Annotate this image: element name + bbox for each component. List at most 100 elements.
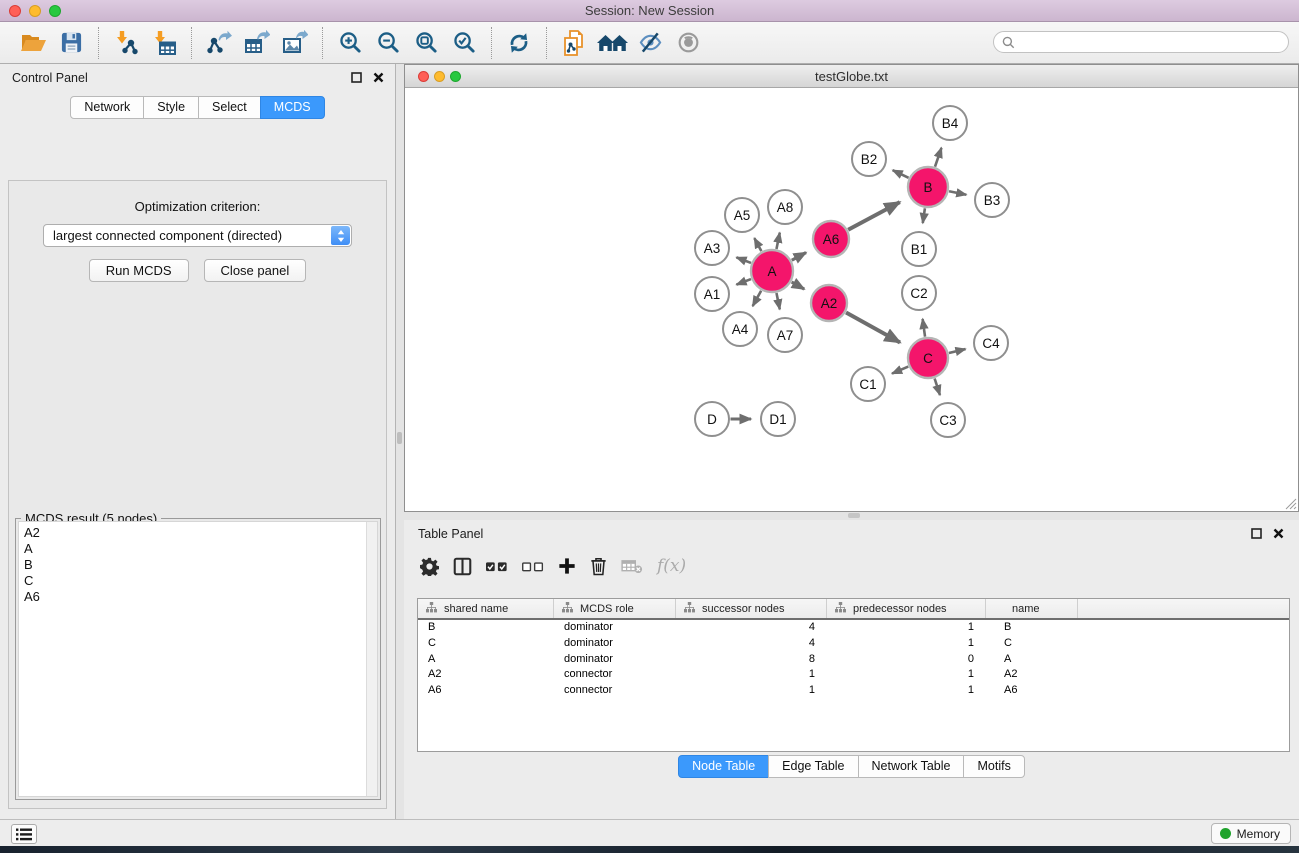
add-column-plus-icon[interactable] xyxy=(558,557,576,575)
table-cell[interactable]: connector xyxy=(554,683,676,699)
graph-edge-B-B2[interactable] xyxy=(893,170,909,178)
graph-edge-C-C2[interactable] xyxy=(923,319,925,337)
zoom-fit-button[interactable] xyxy=(407,26,445,60)
graph-edge-A2-C[interactable] xyxy=(846,312,900,342)
table-cell[interactable]: A xyxy=(418,652,554,668)
network-window-titlebar[interactable]: testGlobe.txt xyxy=(405,65,1298,88)
graph-node-A7[interactable]: A7 xyxy=(768,318,802,352)
hide-graphics-details-button[interactable] xyxy=(631,26,669,60)
tab-edge-table[interactable]: Edge Table xyxy=(768,755,858,778)
graph-node-C2[interactable]: C2 xyxy=(902,276,936,310)
table-row[interactable]: A2connector11A2 xyxy=(418,667,1289,683)
task-history-button[interactable] xyxy=(11,824,37,844)
close-panel-button[interactable]: Close panel xyxy=(204,259,307,282)
export-network-button[interactable] xyxy=(200,26,238,60)
table-cell[interactable]: A2 xyxy=(418,667,554,683)
table-cell[interactable]: 4 xyxy=(676,636,827,652)
tab-node-table[interactable]: Node Table xyxy=(678,755,769,778)
clone-network-button[interactable] xyxy=(555,26,593,60)
mcds-result-item[interactable]: B xyxy=(24,557,377,573)
delete-column-trash-icon[interactable] xyxy=(590,556,607,576)
mcds-result-item[interactable]: C xyxy=(24,573,377,589)
export-image-button[interactable] xyxy=(276,26,314,60)
column-header[interactable]: predecessor nodes xyxy=(827,599,986,618)
column-header[interactable]: MCDS role xyxy=(554,599,676,618)
graph-edge-B-B1[interactable] xyxy=(923,208,925,223)
graph-edge-C-C3[interactable] xyxy=(935,378,940,395)
graph-edge-A-A1[interactable] xyxy=(736,279,751,285)
float-table-panel-icon[interactable] xyxy=(1250,527,1263,540)
list-scrollbar[interactable] xyxy=(366,522,377,796)
graph-node-B1[interactable]: B1 xyxy=(902,232,936,266)
splitter-grip[interactable] xyxy=(397,432,402,444)
graph-edge-A-A2[interactable] xyxy=(792,282,805,289)
graph-edge-A-A5[interactable] xyxy=(754,238,761,251)
splitter-grip[interactable] xyxy=(848,513,860,518)
home-apply-layout-button[interactable] xyxy=(593,26,631,60)
table-cell[interactable]: 0 xyxy=(827,652,986,668)
tab-network-table[interactable]: Network Table xyxy=(858,755,965,778)
refresh-button[interactable] xyxy=(500,26,538,60)
graph-edge-A-A8[interactable] xyxy=(776,233,779,249)
graph-node-A8[interactable]: A8 xyxy=(768,190,802,224)
graph-node-A1[interactable]: A1 xyxy=(695,277,729,311)
graph-node-A[interactable]: A xyxy=(751,250,793,292)
column-header[interactable]: name xyxy=(986,599,1078,618)
table-cell[interactable]: dominator xyxy=(554,652,676,668)
table-cell[interactable]: 1 xyxy=(676,683,827,699)
zoom-in-button[interactable] xyxy=(331,26,369,60)
graph-edge-B-B3[interactable] xyxy=(949,191,966,195)
graph-node-B3[interactable]: B3 xyxy=(975,183,1009,217)
memory-button[interactable]: Memory xyxy=(1211,823,1291,844)
criterion-dropdown[interactable]: largest connected component (directed) xyxy=(43,224,352,247)
table-cell[interactable]: A xyxy=(986,652,1078,668)
table-cell[interactable]: dominator xyxy=(554,620,676,636)
mcds-result-item[interactable]: A xyxy=(24,541,377,557)
graph-node-C4[interactable]: C4 xyxy=(974,326,1008,360)
graph-node-B[interactable]: B xyxy=(908,167,948,207)
graph-node-B2[interactable]: B2 xyxy=(852,142,886,176)
graph-node-B4[interactable]: B4 xyxy=(933,106,967,140)
close-table-panel-icon[interactable] xyxy=(1272,527,1285,540)
mcds-result-item[interactable]: A2 xyxy=(24,525,377,541)
tab-style[interactable]: Style xyxy=(143,96,199,119)
graph-node-D[interactable]: D xyxy=(695,402,729,436)
vertical-splitter[interactable] xyxy=(396,64,404,819)
table-cell[interactable]: B xyxy=(986,620,1078,636)
graph-edge-A-A6[interactable] xyxy=(792,253,806,261)
window-resize-grip[interactable] xyxy=(1284,497,1297,510)
graph-node-A4[interactable]: A4 xyxy=(723,312,757,346)
graph-edge-C-C4[interactable] xyxy=(949,349,966,353)
horizontal-splitter[interactable] xyxy=(404,512,1299,520)
tab-network[interactable]: Network xyxy=(70,96,144,119)
table-cell[interactable]: C xyxy=(986,636,1078,652)
tab-mcds[interactable]: MCDS xyxy=(260,96,325,119)
select-all-checkboxes-icon[interactable] xyxy=(486,561,508,572)
graph-node-C3[interactable]: C3 xyxy=(931,403,965,437)
graph-edge-A6-B[interactable] xyxy=(848,202,900,230)
column-header[interactable]: successor nodes xyxy=(676,599,827,618)
graph-edge-A-A4[interactable] xyxy=(753,291,761,306)
table-cell[interactable]: 1 xyxy=(827,683,986,699)
table-cell[interactable]: dominator xyxy=(554,636,676,652)
table-cell[interactable]: 8 xyxy=(676,652,827,668)
show-graphics-details-button[interactable] xyxy=(669,26,707,60)
graph-node-A5[interactable]: A5 xyxy=(725,198,759,232)
run-mcds-button[interactable]: Run MCDS xyxy=(89,259,189,282)
graph-node-C[interactable]: C xyxy=(908,338,948,378)
table-cell[interactable]: connector xyxy=(554,667,676,683)
graph-node-A6[interactable]: A6 xyxy=(813,221,849,257)
table-cell[interactable]: C xyxy=(418,636,554,652)
float-panel-icon[interactable] xyxy=(350,71,363,84)
close-panel-icon[interactable] xyxy=(372,71,385,84)
table-cell[interactable]: A6 xyxy=(986,683,1078,699)
graph-edge-C-C1[interactable] xyxy=(892,367,908,374)
graph-node-A3[interactable]: A3 xyxy=(695,231,729,265)
open-file-button[interactable] xyxy=(14,26,52,60)
table-row[interactable]: Bdominator41B xyxy=(418,620,1289,636)
save-session-button[interactable] xyxy=(52,26,90,60)
table-cell[interactable]: 1 xyxy=(827,620,986,636)
table-row[interactable]: A6connector11A6 xyxy=(418,683,1289,699)
tab-motifs[interactable]: Motifs xyxy=(963,755,1024,778)
zoom-out-button[interactable] xyxy=(369,26,407,60)
